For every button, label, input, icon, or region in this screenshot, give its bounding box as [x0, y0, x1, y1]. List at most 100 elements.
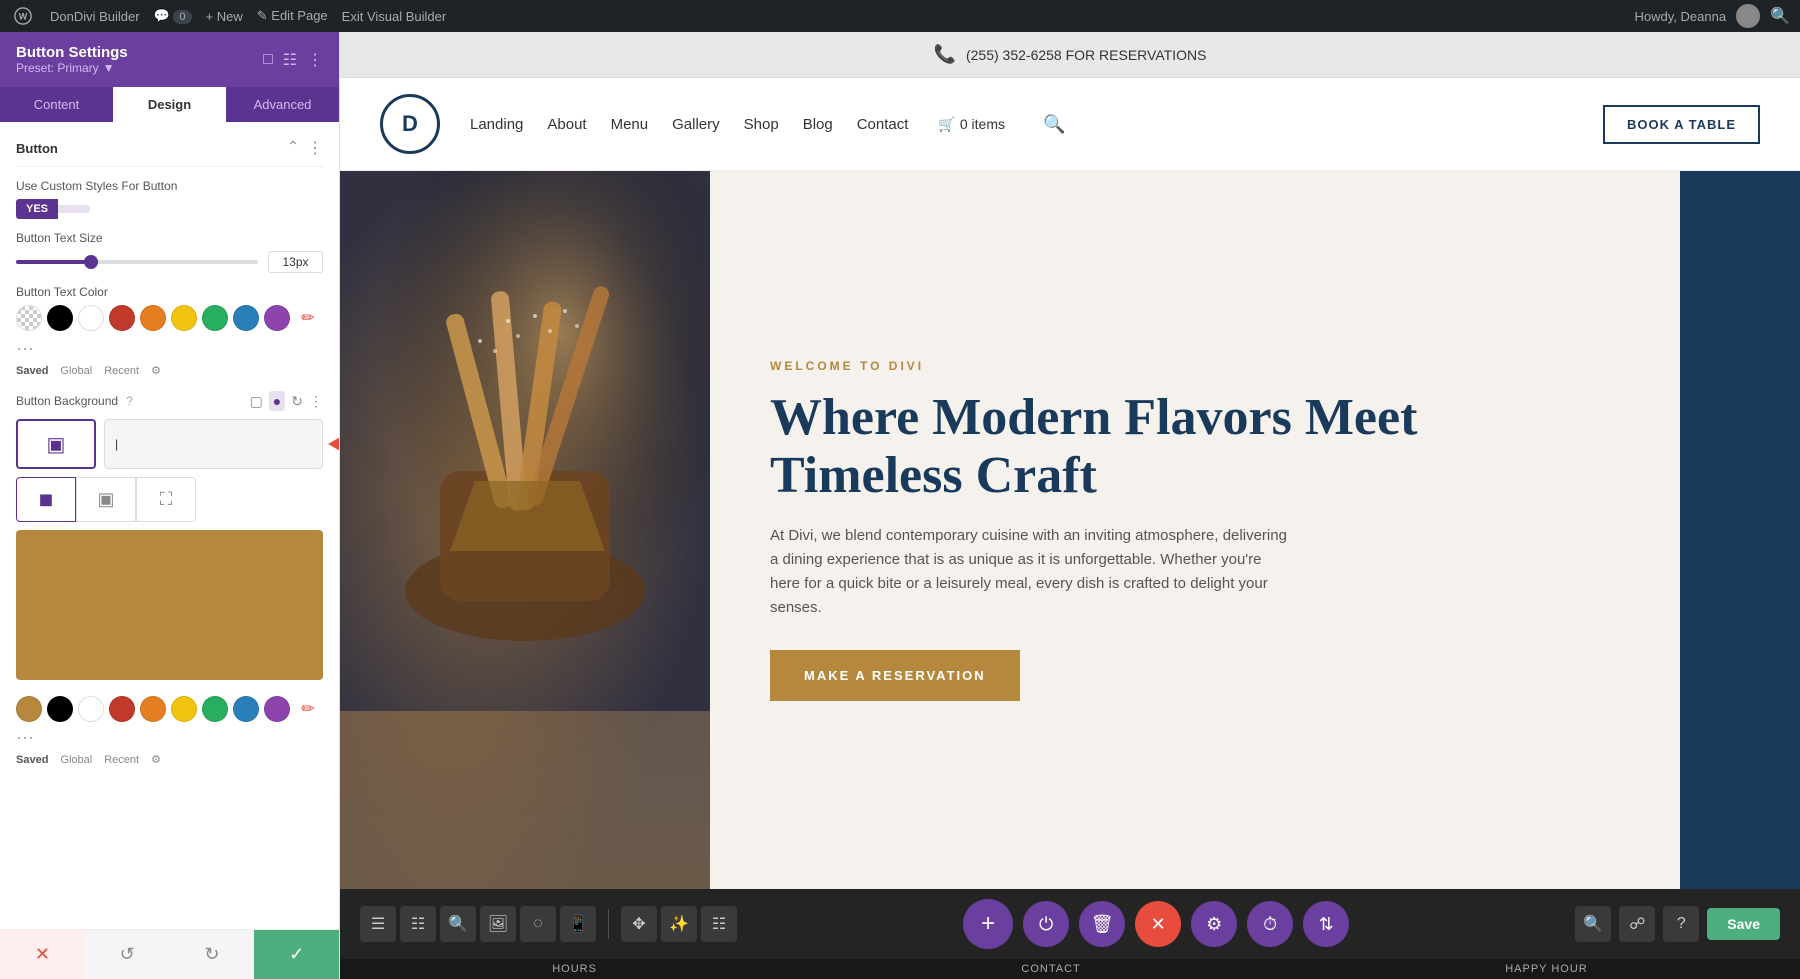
swatch-red[interactable] [109, 305, 135, 331]
color-settings2-icon[interactable]: ⚙ [151, 753, 161, 766]
exit-builder-link[interactable]: Exit Visual Builder [342, 9, 447, 24]
trash-btn[interactable]: 🗑 [1079, 901, 1125, 947]
swatch2-pencil[interactable]: ✏ [295, 696, 321, 722]
text-size-value[interactable]: 13px [268, 251, 323, 273]
nav-blog[interactable]: Blog [803, 116, 833, 133]
bg-type-gradient[interactable]: ▣ [76, 477, 136, 522]
swatch2-blue[interactable] [233, 696, 259, 722]
toggle-no[interactable] [58, 205, 90, 213]
swatch-transparent[interactable] [16, 305, 42, 331]
bg-type-color[interactable]: ◼ [16, 477, 76, 522]
save-button[interactable]: Save [1707, 908, 1780, 940]
clock-btn[interactable]: ⏱ [1247, 901, 1293, 947]
global-tab[interactable]: Global [60, 365, 92, 377]
bg-monitor-box[interactable]: ▣ [16, 419, 96, 469]
site-name-link[interactable]: DonDivi Builder [50, 9, 140, 24]
toolbar-table-btn[interactable]: ☷ [701, 906, 737, 942]
more-colors2-icon[interactable]: ⋯ [16, 728, 34, 749]
nav-contact[interactable]: Contact [857, 116, 909, 133]
user-avatar [1736, 4, 1760, 28]
redo-btn[interactable]: ↻ [170, 930, 255, 979]
toolbar-search-btn[interactable]: 🔍 [440, 906, 476, 942]
tab-design[interactable]: Design [113, 87, 226, 122]
toolbar-mobile-btn[interactable]: 📱 [560, 906, 596, 942]
undo-btn[interactable]: ↺ [85, 930, 170, 979]
swatch-purple[interactable] [264, 305, 290, 331]
settings-btn[interactable]: ⚙ [1191, 901, 1237, 947]
saved-tab[interactable]: Saved [16, 365, 48, 377]
swatch-pencil[interactable]: ✏ [295, 305, 321, 331]
swatch2-black[interactable] [47, 696, 73, 722]
swatch-green[interactable] [202, 305, 228, 331]
text-size-track[interactable] [16, 260, 258, 264]
site-search-icon[interactable]: 🔍 [1043, 114, 1065, 135]
bg-help-icon[interactable]: ? [126, 394, 133, 408]
toggle-yes[interactable]: YES [16, 199, 58, 219]
swatch2-red[interactable] [109, 696, 135, 722]
tab-advanced[interactable]: Advanced [226, 87, 339, 122]
bg-input-area[interactable]: | [104, 419, 323, 469]
swatch-yellow[interactable] [171, 305, 197, 331]
x-icon: ✕ [1151, 914, 1166, 935]
swatch-orange[interactable] [140, 305, 166, 331]
swatch2-purple[interactable] [264, 696, 290, 722]
recent-tab2[interactable]: Recent [104, 754, 139, 766]
wordpress-logo[interactable]: W [10, 3, 36, 29]
section-more-icon[interactable]: ⋮ [307, 138, 323, 158]
toolbar-layers-btn[interactable]: ☍ [1619, 906, 1655, 942]
bg-reset-btn[interactable]: ↻ [291, 393, 303, 410]
phone-icon: 📞 [934, 44, 956, 65]
toolbar-help-btn[interactable]: ? [1663, 906, 1699, 942]
nav-menu[interactable]: Menu [611, 116, 649, 133]
swatch-black[interactable] [47, 305, 73, 331]
swatch2-yellow[interactable] [171, 696, 197, 722]
color-settings-icon[interactable]: ⚙ [151, 364, 161, 377]
nav-gallery[interactable]: Gallery [672, 116, 720, 133]
toolbar-crop-btn[interactable]: ✥ [621, 906, 657, 942]
nav-about[interactable]: About [547, 116, 586, 133]
use-custom-toggle[interactable]: YES [16, 199, 323, 219]
close-action-btn[interactable]: ✕ [1135, 901, 1181, 947]
reservation-btn[interactable]: MAKE A RESERVATION [770, 650, 1020, 701]
nav-shop[interactable]: Shop [744, 116, 779, 133]
swatch2-green[interactable] [202, 696, 228, 722]
slider-thumb[interactable] [84, 255, 98, 269]
saved-tab2[interactable]: Saved [16, 754, 48, 766]
toolbar-search-right[interactable]: 🔍 [1575, 906, 1611, 942]
confirm-btn[interactable]: ✓ [254, 930, 339, 979]
sliders-btn[interactable]: ⇅ [1303, 901, 1349, 947]
admin-search-icon[interactable]: 🔍 [1770, 6, 1790, 26]
cancel-btn[interactable]: ✕ [0, 930, 85, 979]
nav-landing[interactable]: Landing [470, 116, 523, 133]
toolbar-desktop-btn[interactable]: 🖼 [480, 906, 516, 942]
add-module-btn[interactable]: + [963, 899, 1013, 949]
panel-grid-icon[interactable]: ☷ [283, 50, 297, 70]
toolbar-magic-btn[interactable]: ✨ [661, 906, 697, 942]
bottom-toolbar: ☰ ☷ 🔍 🖼 ◌ 📱 [340, 889, 1800, 959]
toolbar-menu-btn[interactable]: ☰ [360, 906, 396, 942]
bg-more-btn[interactable]: ⋮ [309, 393, 323, 410]
toolbar-tablet-btn[interactable]: ◌ [520, 906, 556, 942]
panel-copy-icon[interactable]: □ [263, 51, 273, 69]
swatch-blue[interactable] [233, 305, 259, 331]
swatch-white[interactable] [78, 305, 104, 331]
recent-tab[interactable]: Recent [104, 365, 139, 377]
collapse-icon[interactable]: ⌃ [287, 138, 299, 158]
bg-monitor-btn[interactable]: ▢ [250, 393, 263, 410]
book-table-btn[interactable]: BOOK A TABLE [1603, 105, 1760, 144]
cart-area[interactable]: 🛒 0 items [938, 116, 1005, 133]
swatch2-white[interactable] [78, 696, 104, 722]
toolbar-grid-btn[interactable]: ☷ [400, 906, 436, 942]
bg-type-image[interactable]: ⛶ [136, 477, 196, 522]
power-btn[interactable]: ⏻ [1023, 901, 1069, 947]
swatch2-orange[interactable] [140, 696, 166, 722]
bg-active-btn[interactable]: ● [269, 391, 285, 411]
panel-more-icon[interactable]: ⋮ [307, 50, 323, 70]
global-tab2[interactable]: Global [60, 754, 92, 766]
tab-content[interactable]: Content [0, 87, 113, 122]
edit-page-link[interactable]: ✎ Edit Page [257, 8, 328, 24]
color-preview-big[interactable] [16, 530, 323, 680]
swatch2-golden[interactable] [16, 696, 42, 722]
more-colors-icon[interactable]: ⋯ [16, 339, 34, 360]
new-link[interactable]: + New [206, 9, 243, 24]
